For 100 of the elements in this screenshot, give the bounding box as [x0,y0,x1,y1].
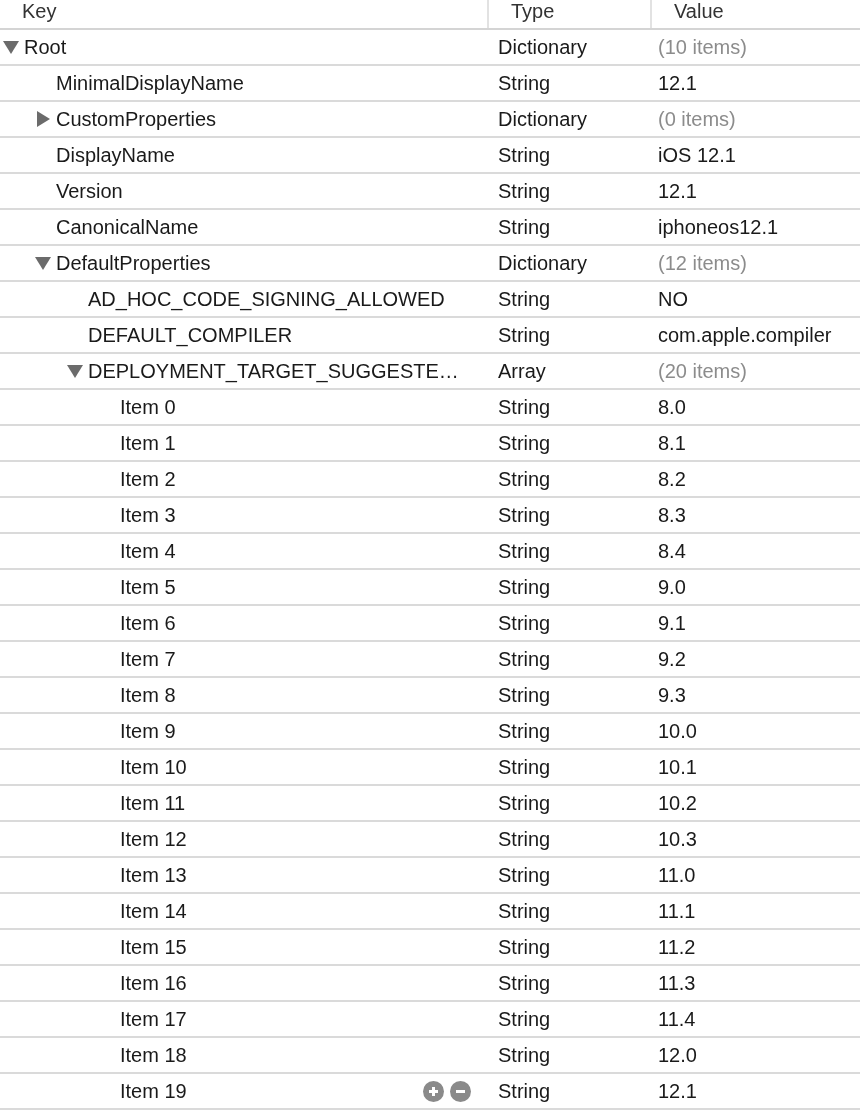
value-text: 9.0 [657,575,686,600]
key-text: Item 16 [120,971,187,996]
value-text: 10.1 [657,755,697,780]
add-row-button[interactable] [423,1080,444,1102]
collapse-triangle-icon[interactable] [67,363,83,379]
key-text: Item 19 [120,1079,187,1104]
type-text: String [497,539,551,564]
type-text: String [497,827,551,852]
type-text: String [497,719,551,744]
key-text: Item 10 [120,755,187,780]
value-text: 8.4 [657,539,686,564]
value-text: 10.2 [657,791,697,816]
key-text: Item 4 [120,539,176,564]
value-text: 8.0 [657,395,686,420]
value-text: NO [657,287,688,312]
type-text: Dictionary [497,251,587,276]
item-count: (20 items) [657,359,747,384]
item-count: (10 items) [657,35,747,60]
value-text: 9.2 [657,647,686,672]
type-text: String [497,935,551,960]
value-text: 8.2 [657,467,686,492]
type-text: String [497,431,551,456]
type-text: String [497,467,551,492]
key-text: Item 12 [120,827,187,852]
key-text: Version [56,179,123,204]
key-text: Item 11 [120,791,186,816]
key-text: Item 2 [120,467,176,492]
item-count: (12 items) [657,251,747,276]
collapse-triangle-icon[interactable] [35,255,51,271]
type-text: String [497,215,551,240]
type-text: String [497,287,551,312]
value-text: 11.2 [657,935,696,960]
type-text: String [497,611,551,636]
type-text: String [497,179,551,204]
value-text: 12.0 [657,1043,697,1068]
key-text: Item 0 [120,395,176,420]
value-text: 10.3 [657,827,697,852]
key-text: CanonicalName [56,215,199,240]
value-text: 9.3 [657,683,686,708]
type-text: String [497,755,551,780]
key-text: DEFAULT_COMPILER [88,323,293,349]
key-text: Item 15 [120,935,187,960]
key-text: DefaultProperties [56,251,211,276]
key-text: Item 7 [120,647,176,672]
key-text: Item 1 [120,431,176,456]
type-text: String [497,971,551,996]
type-text: String [497,1079,551,1104]
type-text: String [497,647,551,672]
plus-icon [427,1084,440,1098]
value-text: 8.1 [657,431,686,456]
key-text: DisplayName [56,143,175,168]
type-text: String [497,899,551,924]
type-text: String [497,1043,551,1068]
key-text: Item 9 [120,719,176,744]
key-text: Item 5 [120,575,176,600]
value-text: 12.1 [657,1079,697,1104]
value-text: iOS 12.1 [657,143,736,168]
key-text: Item 3 [120,503,176,528]
type-text: String [497,791,551,816]
value-text: 12.1 [657,179,697,204]
key-text: Item 14 [120,899,187,924]
column-header[interactable]: Type [487,0,650,28]
type-text: String [497,575,551,600]
type-text: Dictionary [497,107,587,132]
type-text: String [497,503,551,528]
value-text: 8.3 [657,503,686,528]
key-text: Item 17 [120,1007,187,1032]
type-text: String [497,863,551,888]
item-count: (0 items) [657,107,736,132]
type-text: String [497,395,551,420]
value-text: com.apple.compiler [657,323,832,348]
key-text: CustomProperties [56,107,217,132]
type-text: String [497,323,551,348]
type-text: String [497,71,551,96]
value-text: 11.4 [657,1007,696,1032]
key-text: Item 8 [120,683,176,708]
key-text: Item 18 [120,1043,187,1068]
value-text: iphoneos12.1 [657,215,779,240]
value-text: 11.0 [657,863,696,888]
value-text: 12.1 [657,71,697,96]
key-text: MinimalDisplayName [56,71,244,96]
remove-row-button[interactable] [450,1080,471,1102]
value-text: 10.0 [657,719,697,744]
column-header[interactable]: Value [650,0,860,28]
value-text: 9.1 [657,611,686,636]
key-text: Item 13 [120,863,187,888]
expand-triangle-icon[interactable] [35,111,51,127]
type-text: String [497,143,551,168]
key-text: DEPLOYMENT_TARGET_SUGGESTE… [88,359,459,385]
type-text: String [497,1007,551,1032]
type-text: Array [497,359,546,384]
key-text: AD_HOC_CODE_SIGNING_ALLOWED [88,287,445,313]
value-text: 11.3 [657,971,696,996]
key-text: Item 6 [120,611,176,636]
type-text: String [497,683,551,708]
type-text: Dictionary [497,35,587,60]
value-text: 11.1 [657,899,696,924]
column-header[interactable]: Key [0,0,487,28]
collapse-triangle-icon[interactable] [3,39,19,55]
key-text: Root [24,35,67,60]
